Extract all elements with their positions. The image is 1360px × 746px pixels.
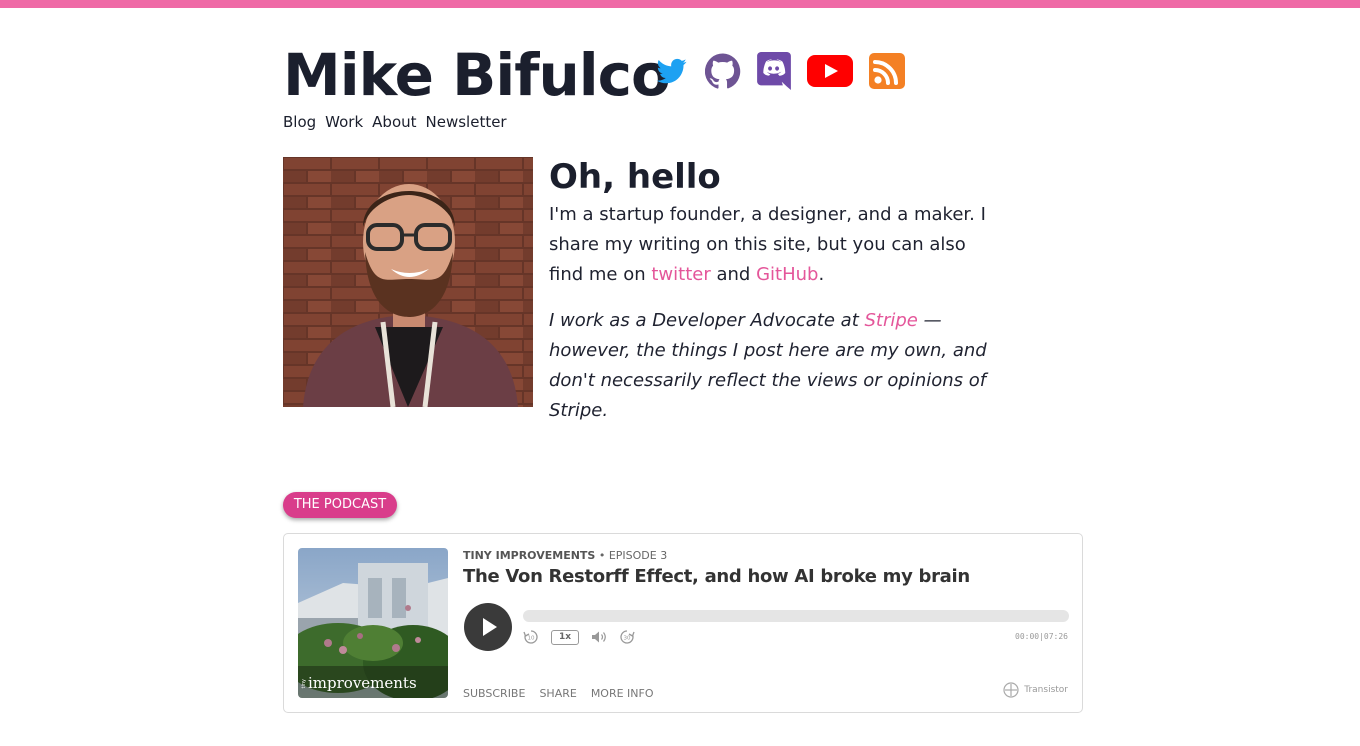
intro-section: Oh, hello I'm a startup founder, a desig… (549, 154, 989, 426)
cover-small-label: tiny (301, 678, 307, 688)
twitter-icon[interactable] (655, 56, 689, 86)
intro-paragraph: I'm a startup founder, a designer, and a… (549, 200, 989, 290)
podcast-badge: THE PODCAST (283, 492, 397, 518)
forward-30-icon[interactable]: 30 (619, 629, 635, 645)
episode-number: • EPISODE 3 (595, 549, 668, 562)
intro-heading: Oh, hello (549, 157, 721, 197)
episode-meta: TINY IMPROVEMENTS • EPISODE 3 (463, 549, 667, 562)
podcast-cover: tiny improvements (298, 548, 448, 698)
nav-newsletter[interactable]: Newsletter (426, 112, 507, 132)
intro-text: and (710, 264, 757, 285)
github-link[interactable]: GitHub (756, 264, 818, 285)
intro-text: . (818, 264, 825, 285)
episode-title[interactable]: The Von Restorff Effect, and how AI brok… (463, 566, 970, 587)
twitter-link[interactable]: twitter (651, 264, 710, 285)
play-button[interactable] (464, 603, 512, 651)
podcast-player: tiny improvements TINY IMPROVEMENTS • EP… (283, 533, 1083, 713)
player-controls: 10 1x 30 (523, 629, 635, 645)
profile-photo (283, 157, 533, 407)
discord-icon[interactable] (757, 52, 791, 90)
disclaimer-paragraph: I work as a Developer Advocate at Stripe… (549, 306, 989, 426)
player-actions: SUBSCRIBE SHARE MORE INFO (463, 687, 654, 700)
stripe-link[interactable]: Stripe (864, 310, 917, 331)
brand-label: Transistor (1024, 685, 1068, 695)
share-button[interactable]: SHARE (539, 687, 576, 700)
nav-about[interactable]: About (372, 112, 416, 132)
rewind-10-icon[interactable]: 10 (523, 629, 539, 645)
subscribe-button[interactable]: SUBSCRIBE (463, 687, 525, 700)
social-links (655, 52, 905, 90)
main-nav: Blog Work About Newsletter (283, 112, 507, 132)
nav-blog[interactable]: Blog (283, 112, 316, 132)
svg-text:30: 30 (624, 636, 631, 642)
cover-label: improvements (308, 674, 417, 692)
more-info-button[interactable]: MORE INFO (591, 687, 654, 700)
youtube-icon[interactable] (807, 55, 853, 87)
disclaimer-text: I work as a Developer Advocate at (549, 310, 865, 331)
github-icon[interactable] (705, 53, 741, 89)
play-icon (483, 618, 497, 636)
svg-text:10: 10 (528, 636, 535, 642)
volume-icon[interactable] (591, 630, 607, 644)
transistor-logo-icon (1003, 682, 1019, 698)
top-accent-bar (0, 0, 1360, 8)
speed-button[interactable]: 1x (551, 629, 579, 645)
show-name[interactable]: TINY IMPROVEMENTS (463, 549, 595, 562)
transistor-brand[interactable]: Transistor (1003, 682, 1068, 698)
rss-icon[interactable] (869, 53, 905, 89)
site-title[interactable]: Mike Bifulco (283, 40, 671, 110)
nav-work[interactable]: Work (325, 112, 363, 132)
progress-bar[interactable] (523, 610, 1069, 622)
site-header: Mike Bifulco (283, 40, 1083, 110)
time-readout: 00:00|07:26 (1015, 632, 1068, 641)
